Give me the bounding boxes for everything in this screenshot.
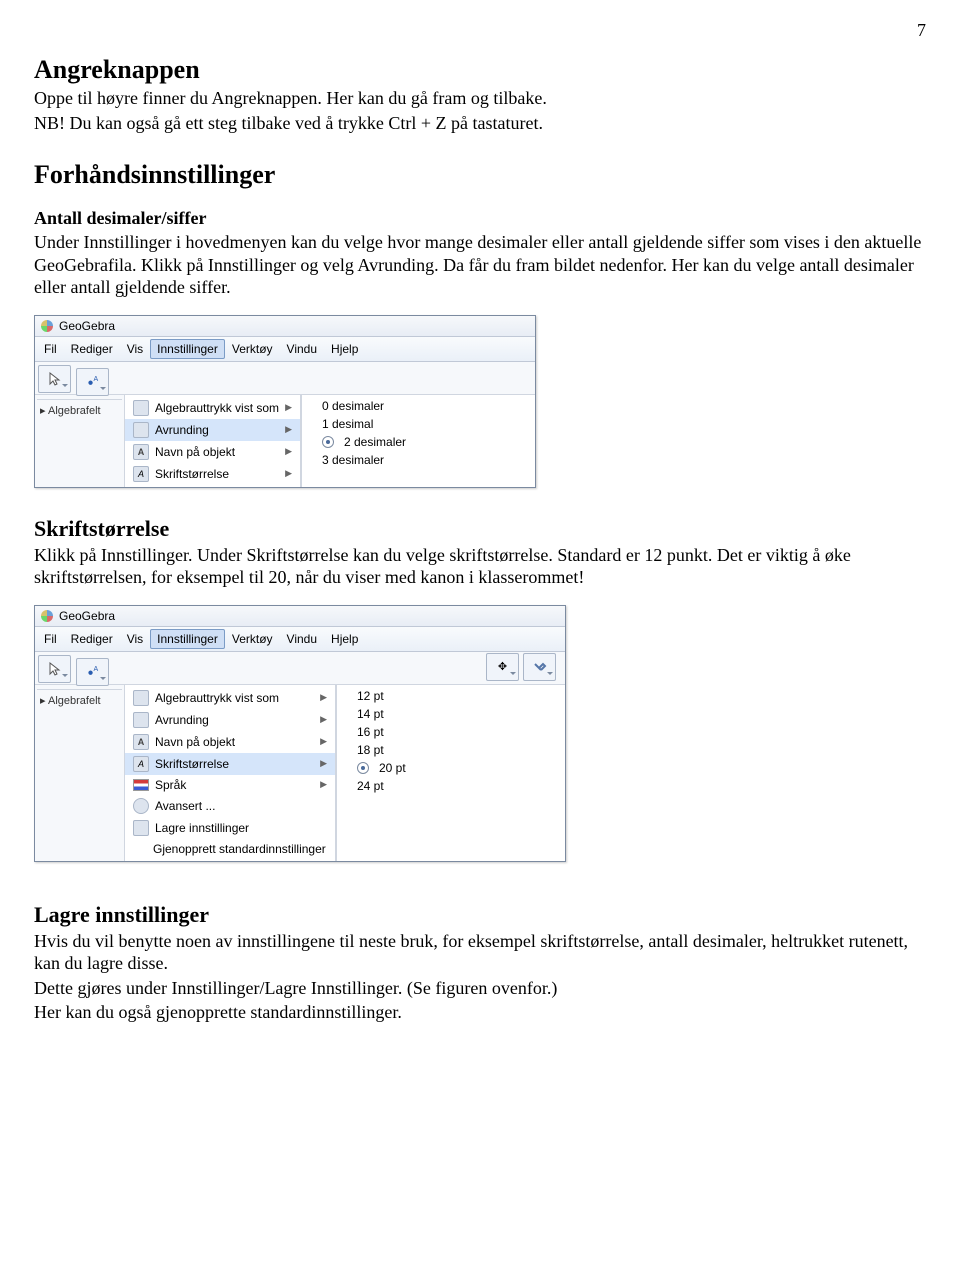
menu-item-navn[interactable]: ANavn på objekt▶ <box>125 441 300 463</box>
tool-pointer[interactable] <box>38 655 71 683</box>
rounding-icon <box>133 712 149 728</box>
menu-bar-2[interactable]: Fil Rediger Vis Innstillinger Verktøy Vi… <box>35 627 565 652</box>
menu-innstillinger[interactable]: Innstillinger <box>150 629 225 649</box>
submenu-skriftstorrelse: 12 pt 14 pt 16 pt 18 pt 20 pt 24 pt <box>336 685 437 861</box>
label-icon: A <box>133 444 149 460</box>
menu-item-sprak[interactable]: Språk▶ <box>125 775 335 795</box>
formula-icon <box>133 400 149 416</box>
option-16pt[interactable]: 16 pt <box>337 723 437 741</box>
window-title-bar: GeoGebra <box>35 316 535 337</box>
menu-vis[interactable]: Vis <box>120 629 150 649</box>
menu-item-skriftstorrelse[interactable]: ASkriftstørrelse▶ <box>125 753 335 775</box>
para-skrift: Klikk på Innstillinger. Under Skriftstør… <box>34 544 926 589</box>
menu-item-algebrauttrykk[interactable]: Algebrauttrykk vist som▶ <box>125 687 335 709</box>
para-desimaler: Under Innstillinger i hovedmenyen kan du… <box>34 231 926 299</box>
option-1-desimal[interactable]: 1 desimal <box>302 415 418 433</box>
menu-item-lagre[interactable]: Lagre innstillinger <box>125 817 335 839</box>
para-lagre-3: Her kan du også gjenopprette standardinn… <box>34 1001 926 1024</box>
option-2-desimaler[interactable]: 2 desimaler <box>302 433 418 451</box>
menu-item-avansert[interactable]: Avansert ... <box>125 795 335 817</box>
menu-innstillinger[interactable]: Innstillinger <box>150 339 225 359</box>
menu-bar[interactable]: Fil Rediger Vis Innstillinger Verktøy Vi… <box>35 337 535 362</box>
tool-point[interactable]: ●A <box>76 368 109 396</box>
tool-point[interactable]: ●A <box>76 658 109 686</box>
dropdown-innstillinger-2: Algebrauttrykk vist som▶ Avrunding▶ ANav… <box>125 685 336 861</box>
heading-lagre: Lagre innstillinger <box>34 902 926 928</box>
screenshot-skriftstorrelse: GeoGebra Fil Rediger Vis Innstillinger V… <box>34 605 926 862</box>
radio-selected-icon <box>322 436 334 448</box>
option-14pt[interactable]: 14 pt <box>337 705 437 723</box>
flag-icon <box>133 779 149 791</box>
menu-hjelp[interactable]: Hjelp <box>324 629 365 649</box>
save-icon <box>133 820 149 836</box>
label-icon: A <box>133 734 149 750</box>
heading-skriftstorrelse: Skriftstørrelse <box>34 516 926 542</box>
geogebra-logo-icon <box>41 320 53 332</box>
tool-move-view[interactable]: ✥ <box>486 653 519 681</box>
para-lagre-2: Dette gjøres under Innstillinger/Lagre I… <box>34 977 926 1000</box>
menu-rediger[interactable]: Rediger <box>64 629 120 649</box>
algebra-panel-label-2: ▸ Algebrafelt <box>37 689 122 711</box>
window-title: GeoGebra <box>59 319 115 333</box>
option-3-desimaler[interactable]: 3 desimaler <box>302 451 418 469</box>
submenu-avrunding: 0 desimaler 1 desimal 2 desimaler 3 desi… <box>301 395 418 487</box>
tool-properties[interactable] <box>523 653 556 681</box>
option-18pt[interactable]: 18 pt <box>337 741 437 759</box>
option-12pt[interactable]: 12 pt <box>337 687 437 705</box>
tool-pointer[interactable] <box>38 365 71 393</box>
menu-fil[interactable]: Fil <box>37 339 64 359</box>
menu-fil[interactable]: Fil <box>37 629 64 649</box>
menu-hjelp[interactable]: Hjelp <box>324 339 365 359</box>
para-angre-1: Oppe til høyre finner du Angreknappen. H… <box>34 87 926 110</box>
page-number: 7 <box>34 20 926 41</box>
subheading-desimaler: Antall desimaler/siffer <box>34 208 926 229</box>
menu-verktoy[interactable]: Verktøy <box>225 339 280 359</box>
para-angre-2: NB! Du kan også gå ett steg tilbake ved … <box>34 112 926 135</box>
menu-rediger[interactable]: Rediger <box>64 339 120 359</box>
menu-item-navn[interactable]: ANavn på objekt▶ <box>125 731 335 753</box>
formula-icon <box>133 690 149 706</box>
window-title-bar-2: GeoGebra <box>35 606 565 627</box>
option-20pt[interactable]: 20 pt <box>337 759 437 777</box>
option-0-desimaler[interactable]: 0 desimaler <box>302 397 418 415</box>
menu-item-gjenopprett[interactable]: Gjenopprett standardinnstillinger <box>125 839 335 859</box>
menu-verktoy[interactable]: Verktøy <box>225 629 280 649</box>
heading-forhand: Forhåndsinnstillinger <box>34 160 926 190</box>
menu-item-algebrauttrykk[interactable]: Algebrauttrykk vist som▶ <box>125 397 300 419</box>
menu-vis[interactable]: Vis <box>120 339 150 359</box>
menu-item-skriftstorrelse[interactable]: ASkriftstørrelse▶ <box>125 463 300 485</box>
menu-vindu[interactable]: Vindu <box>280 339 324 359</box>
algebra-panel-label: ▸ Algebrafelt <box>37 399 122 421</box>
radio-selected-icon <box>357 762 369 774</box>
para-lagre-1: Hvis du vil benytte noen av innstillinge… <box>34 930 926 975</box>
font-icon: A <box>133 466 149 482</box>
menu-item-avrunding[interactable]: Avrunding▶ <box>125 709 335 731</box>
geogebra-logo-icon <box>41 610 53 622</box>
dropdown-innstillinger: Algebrauttrykk vist som▶ Avrunding▶ ANav… <box>125 395 301 487</box>
menu-vindu[interactable]: Vindu <box>280 629 324 649</box>
heading-angreknappen: Angreknappen <box>34 55 926 85</box>
screenshot-avrunding: GeoGebra Fil Rediger Vis Innstillinger V… <box>34 315 926 488</box>
option-24pt[interactable]: 24 pt <box>337 777 437 795</box>
rounding-icon <box>133 422 149 438</box>
gear-icon <box>133 798 149 814</box>
window-title-2: GeoGebra <box>59 609 115 623</box>
menu-item-avrunding[interactable]: Avrunding▶ <box>125 419 300 441</box>
font-icon: A <box>133 756 149 772</box>
